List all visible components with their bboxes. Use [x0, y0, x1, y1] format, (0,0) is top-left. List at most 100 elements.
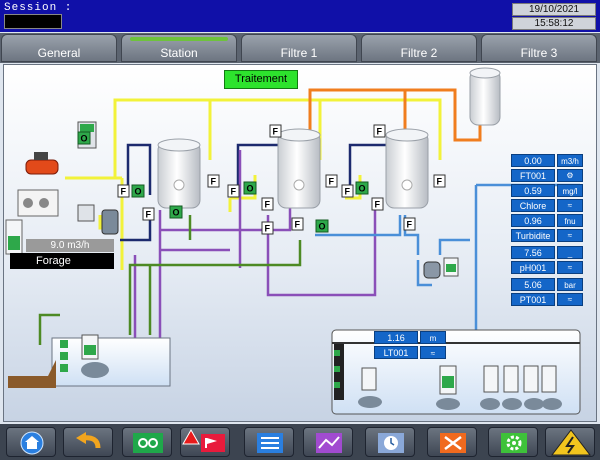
back-arrow-icon: [76, 432, 101, 449]
valve-f-6-text: F: [273, 127, 279, 137]
valve-o-6: O: [77, 131, 91, 145]
pressure-tag-row[interactable]: PT001 ≈: [511, 293, 583, 306]
turbidity-tag: Turbidite: [511, 229, 555, 242]
valve-f-1: F: [117, 184, 130, 198]
valve-f-7-text: F: [265, 224, 271, 234]
chart-icon: [316, 433, 342, 453]
well-pump-status-icon[interactable]: [5, 219, 23, 255]
home-icon: [20, 431, 44, 455]
flow-meter-tag: FT001: [511, 169, 555, 182]
glasses-icon: [133, 433, 163, 453]
flow-rate-unit: m3/h: [557, 154, 583, 167]
valve-f-5-text: F: [265, 200, 271, 210]
valve-f-2-text: F: [146, 210, 152, 220]
list-button[interactable]: [244, 427, 294, 457]
trend-icon[interactable]: ≈: [557, 229, 583, 242]
chemical-tank: [469, 67, 501, 126]
valve-o-5: O: [355, 181, 369, 195]
valve-f-5: F: [261, 197, 274, 211]
filter-tank-3: [385, 128, 429, 209]
valve-f-9: F: [325, 174, 338, 188]
pressure-row: 5.06 bar: [511, 278, 583, 291]
valve-o-4: O: [315, 219, 329, 233]
valve-f-8-text: F: [295, 220, 301, 230]
valve-f-11: F: [373, 124, 386, 138]
valve-f-9-text: F: [329, 177, 335, 187]
valve-f-3-text: F: [211, 177, 217, 187]
valve-o-1: O: [131, 184, 145, 198]
valve-f-10: F: [341, 184, 354, 198]
settings-button[interactable]: [488, 427, 538, 457]
back-button[interactable]: [63, 427, 113, 457]
blower-unit-icon[interactable]: [17, 189, 59, 217]
tools-button[interactable]: [427, 427, 477, 457]
valve-f-13: F: [433, 174, 446, 188]
clock-button[interactable]: [365, 427, 415, 457]
glasses-button[interactable]: [122, 427, 172, 457]
well-pump-icon[interactable]: [77, 204, 119, 235]
trend-icon[interactable]: ≈: [557, 293, 583, 306]
valve-o-3: O: [243, 181, 257, 195]
process-diagram: F F F F F F F F F F F F F F O O O O O O: [5, 67, 581, 415]
booster-pump-icon[interactable]: [423, 257, 459, 279]
tank-level-unit: m: [420, 331, 446, 344]
gear-icon: [501, 433, 527, 453]
well-label: Forage: [10, 253, 114, 269]
turbidity-row: 0.96 fnu: [511, 214, 583, 227]
high-voltage-icon: [550, 429, 592, 456]
flow-rate-value: 0.00: [511, 154, 555, 167]
valve-f-8: F: [291, 217, 304, 231]
chlorine-tag-row[interactable]: Chlore ≈: [511, 199, 583, 212]
valve-f-14: F: [403, 217, 416, 231]
well-flow-display: 9.0 m3/h: [26, 239, 114, 252]
pressure-value: 5.06: [511, 278, 555, 291]
trend-button[interactable]: [303, 427, 353, 457]
valve-f-14-text: F: [407, 220, 413, 230]
trend-icon[interactable]: ≈: [557, 199, 583, 212]
valve-o-2-text: O: [173, 208, 180, 218]
flow-rate-row: 0.00 m3/h: [511, 154, 583, 167]
tools-icon: [440, 433, 466, 453]
trend-icon[interactable]: ≈: [557, 261, 583, 274]
well-basin: [8, 334, 171, 388]
valve-f-6: F: [269, 124, 282, 138]
valve-f-10-text: F: [345, 187, 351, 197]
turbidity-value: 0.96: [511, 214, 555, 227]
trend-icon[interactable]: ≈: [420, 346, 446, 359]
valve-f-4: F: [227, 184, 240, 198]
chlorine-row: 0.59 mg/l: [511, 184, 583, 197]
compressor-icon[interactable]: [25, 152, 59, 175]
electrical-button[interactable]: [545, 427, 595, 457]
ph-unit: _: [557, 246, 583, 259]
filter-tank-2: [277, 128, 321, 209]
turbidity-tag-row[interactable]: Turbidite ≈: [511, 229, 583, 242]
valve-f-13-text: F: [437, 177, 443, 187]
valve-f-2: F: [142, 207, 155, 221]
valve-o-6-text: O: [81, 134, 88, 144]
valve-f-12-text: F: [375, 200, 381, 210]
valve-o-3-text: O: [247, 184, 254, 194]
valve-f-7: F: [261, 221, 274, 235]
turbidity-unit: fnu: [557, 214, 583, 227]
flow-meter-icon[interactable]: ⚙: [557, 169, 583, 182]
valve-f-1-text: F: [121, 187, 127, 197]
clock-icon: [378, 433, 404, 453]
pressure-tag: PT001: [511, 293, 555, 306]
flow-meter-row[interactable]: FT001 ⚙: [511, 169, 583, 182]
valve-o-2: O: [169, 205, 183, 219]
valve-f-11-text: F: [377, 127, 383, 137]
alarm-button[interactable]: [180, 427, 230, 457]
valve-o-1-text: O: [135, 187, 142, 197]
list-icon: [257, 433, 283, 453]
valve-f-4-text: F: [231, 187, 237, 197]
home-button[interactable]: [6, 427, 56, 457]
valve-o-5-text: O: [359, 184, 366, 194]
chlorine-unit: mg/l: [557, 184, 583, 197]
tank-level-value: 1.16: [374, 331, 418, 344]
valve-o-4-text: O: [319, 222, 326, 232]
treatment-button[interactable]: Traitement: [224, 70, 298, 89]
pipe-green: [38, 215, 302, 345]
filter-tank-1: [157, 138, 201, 209]
chlorine-value: 0.59: [511, 184, 555, 197]
ph-tag-row[interactable]: pH001 ≈: [511, 261, 583, 274]
